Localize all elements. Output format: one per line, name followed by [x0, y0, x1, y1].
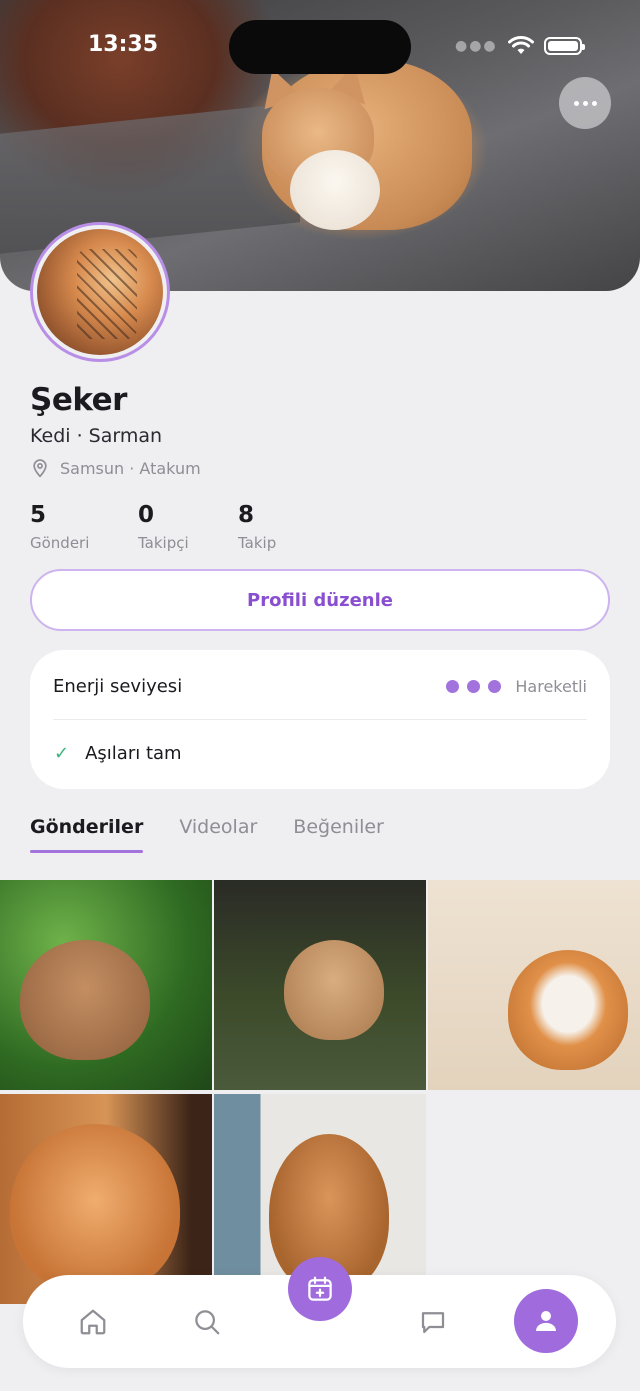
- post-thumbnail[interactable]: [214, 880, 426, 1090]
- edit-profile-button[interactable]: Profili düzenle: [30, 569, 610, 631]
- profile-location: Samsun · Atakum: [30, 458, 201, 478]
- signal-icon: ●●●: [455, 38, 498, 54]
- stat-following[interactable]: 8 Takip: [238, 502, 346, 552]
- bottom-nav: [23, 1257, 616, 1368]
- nav-search[interactable]: [177, 1275, 237, 1368]
- status-time: 13:35: [88, 32, 159, 57]
- energy-value: Hareketli: [515, 677, 587, 696]
- energy-indicator: Hareketli: [446, 677, 587, 696]
- more-dot-icon: [591, 100, 597, 106]
- stat-value: 0: [138, 502, 155, 528]
- avatar-photo: [37, 229, 163, 355]
- calendar-add-icon: [308, 1276, 332, 1301]
- stat-label: Takipçi: [138, 534, 189, 552]
- search-icon: [195, 1309, 220, 1334]
- energy-row: Enerji seviyesi Hareketli: [53, 676, 587, 697]
- checkmark-icon: ✓: [54, 743, 70, 764]
- post-thumbnail[interactable]: [428, 880, 640, 1090]
- stat-label: Takip: [238, 534, 277, 552]
- profile-species: Kedi · Sarman: [30, 425, 163, 447]
- post-thumbnail[interactable]: [0, 1094, 212, 1304]
- post-thumbnail[interactable]: [0, 880, 212, 1090]
- more-dot-icon: [573, 100, 579, 106]
- tab-videos[interactable]: Videolar: [179, 816, 257, 852]
- stat-posts[interactable]: 5 Gönderi: [30, 502, 138, 552]
- tab-posts[interactable]: Gönderiler: [30, 816, 144, 853]
- wifi-icon: [507, 36, 534, 54]
- energy-dot-icon: [467, 680, 481, 693]
- energy-label: Enerji seviyesi: [53, 676, 183, 697]
- profile-stats: 5 Gönderi 0 Takipçi 8 Takip: [30, 502, 346, 552]
- vaccination-row: ✓ Aşıları tam: [54, 743, 182, 764]
- stat-value: 8: [238, 502, 255, 528]
- divider: [53, 719, 587, 720]
- dynamic-island: [229, 20, 411, 74]
- location-pin-icon: [33, 459, 47, 478]
- stat-value: 5: [30, 502, 47, 528]
- battery-icon: [543, 37, 585, 55]
- chat-icon: [421, 1311, 445, 1333]
- more-options-button[interactable]: [559, 77, 611, 129]
- avatar[interactable]: [30, 222, 170, 362]
- post-gallery: [0, 880, 640, 1304]
- nav-profile[interactable]: [514, 1289, 578, 1353]
- stat-followers[interactable]: 0 Takipçi: [138, 502, 238, 552]
- vaccination-label: Aşıları tam: [85, 743, 182, 764]
- status-icons: ●●●: [455, 36, 585, 56]
- content-tabs: Gönderiler Videolar Beğeniler: [30, 816, 384, 853]
- nav-home[interactable]: [63, 1275, 123, 1368]
- more-dot-icon: [582, 100, 588, 106]
- nav-messages[interactable]: [403, 1275, 463, 1368]
- tab-likes[interactable]: Beğeniler: [293, 816, 384, 852]
- home-icon: [80, 1309, 106, 1334]
- user-icon: [536, 1311, 556, 1331]
- location-text: Samsun · Atakum: [60, 458, 201, 478]
- energy-dot-icon: [488, 680, 502, 693]
- energy-dot-icon: [446, 680, 460, 693]
- nav-add-event[interactable]: [288, 1257, 352, 1321]
- info-card: Enerji seviyesi Hareketli ✓ Aşıları tam: [30, 650, 610, 789]
- stat-label: Gönderi: [30, 534, 90, 552]
- profile-name: Şeker: [30, 382, 127, 418]
